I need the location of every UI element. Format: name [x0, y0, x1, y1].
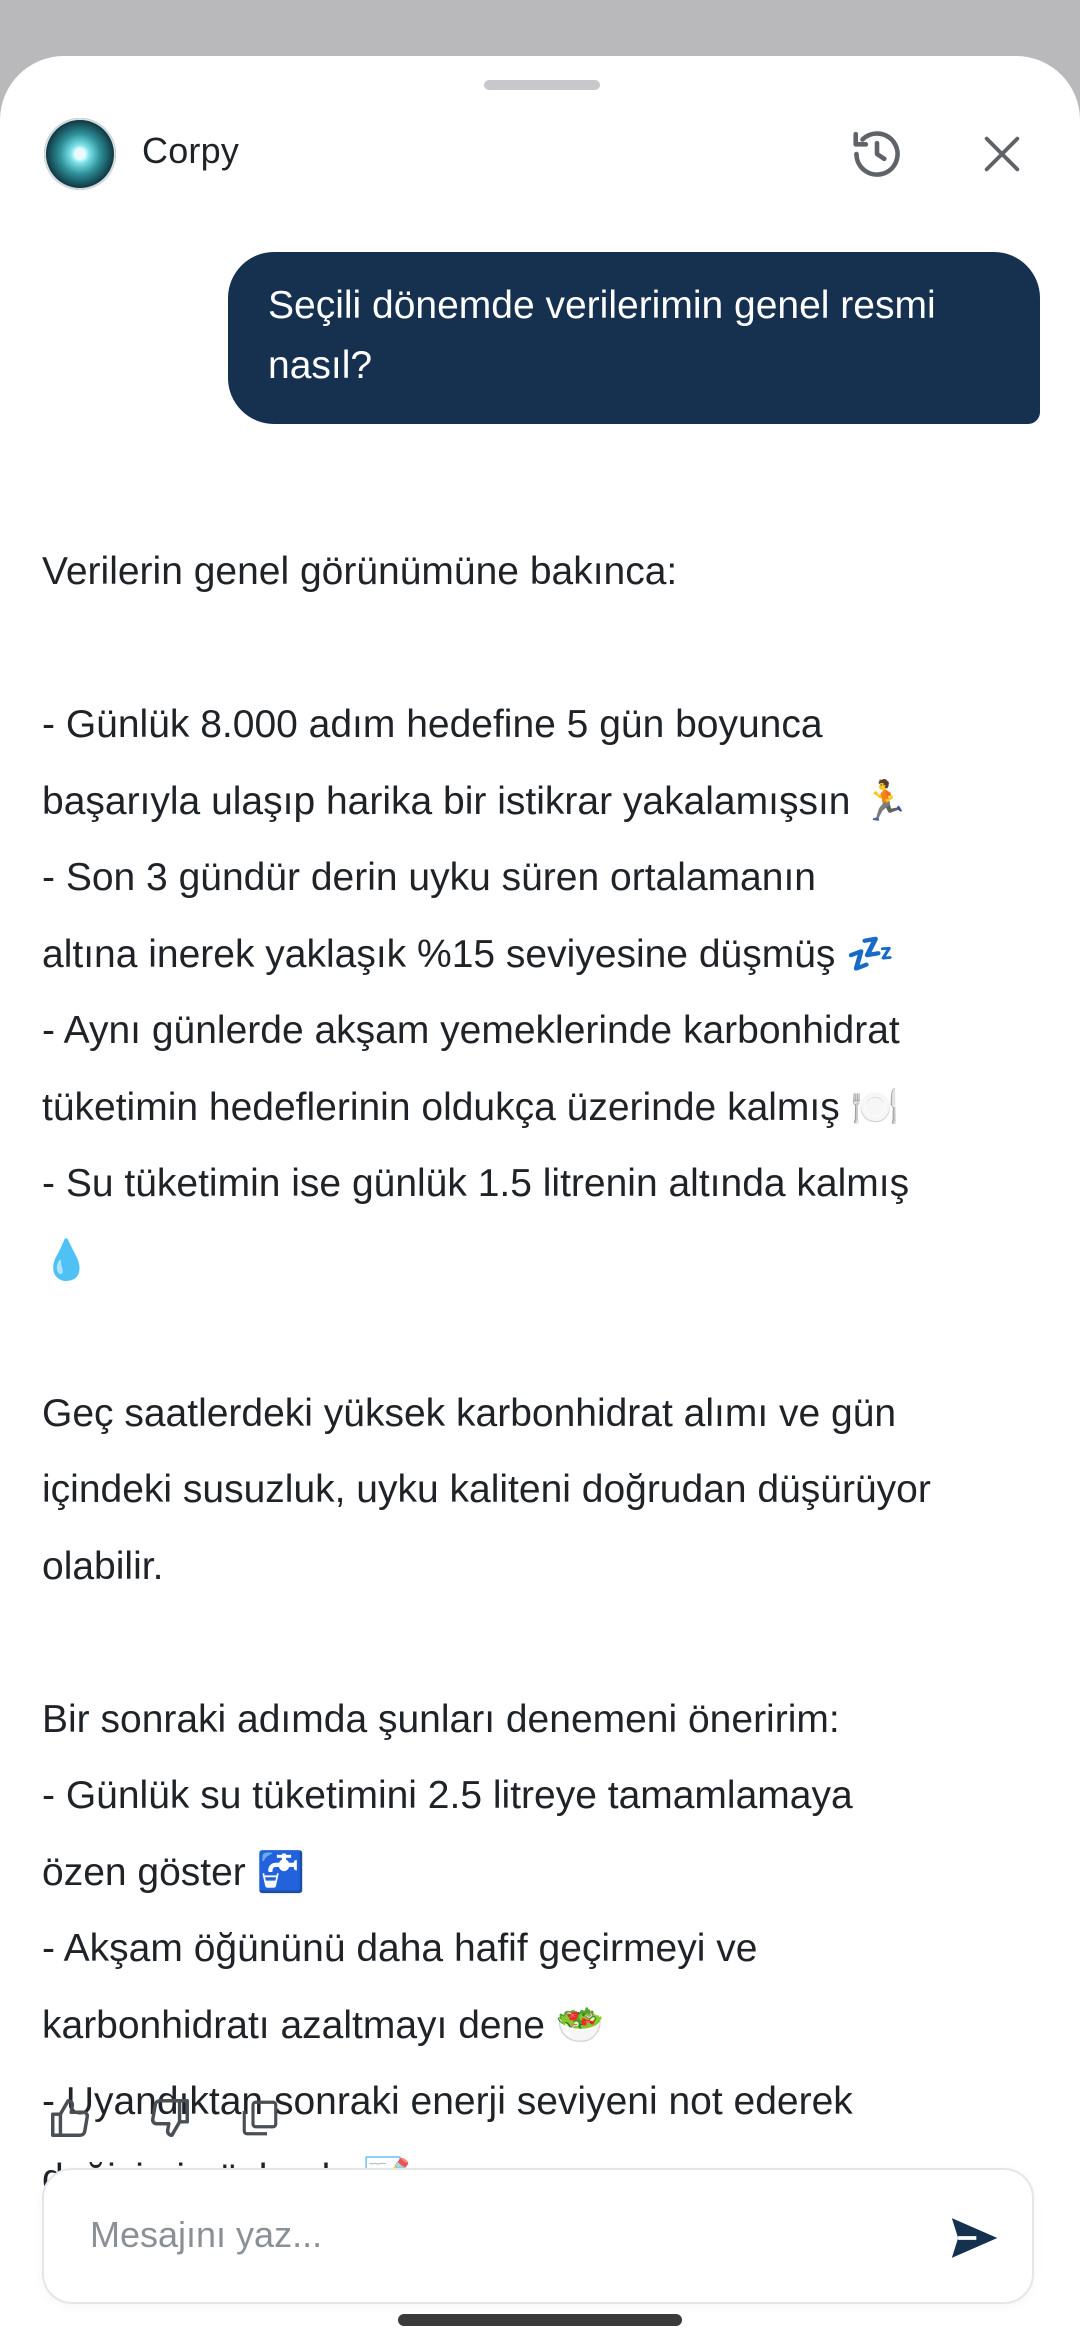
- message-line: tüketimin hedeflerinin oldukça üzerinde …: [42, 1085, 900, 1129]
- message-line: Bir sonraki adımda şunları denemeni öner…: [42, 1697, 840, 1741]
- corpy-logo: [44, 118, 116, 190]
- message-composer[interactable]: Mesajını yaz...: [42, 2168, 1034, 2304]
- send-icon: [951, 2218, 998, 2258]
- message-input[interactable]: Mesajını yaz...: [90, 2214, 322, 2256]
- message-line: - Akşam öğününü daha hafif geçirmeyi ve: [42, 1927, 758, 1970]
- message-line: - Aynı günlerde akşam yemeklerinde karbo…: [42, 1009, 900, 1052]
- thumbs-down-button[interactable]: [142, 2090, 198, 2146]
- message-line: - Günlük 8.000 adım hedefine 5 gün boyun…: [42, 703, 823, 746]
- sheet-grabber[interactable]: [484, 80, 600, 90]
- message-line: başarıyla ulaşıp harika bir istikrar yak…: [42, 779, 910, 823]
- copy-icon: [242, 2100, 278, 2136]
- message-line: - Su tüketimin ise günlük 1.5 litrenin a…: [42, 1162, 910, 1205]
- message-line: olabilir.: [42, 1544, 164, 1588]
- history-button[interactable]: [847, 124, 907, 184]
- message-line: içindeki susuzluk, uyku kaliteni doğruda…: [42, 1468, 931, 1511]
- history-icon: [853, 131, 900, 177]
- assistant-intro: Verilerin genel görünümüne bakınca:: [42, 550, 678, 593]
- message-line: altına inerek yaklaşık %15 seviyesine dü…: [42, 932, 895, 976]
- thumbs-up-icon: [51, 2099, 89, 2137]
- message-line: Geç saatlerdeki yüksek karbonhidrat alım…: [42, 1391, 897, 1435]
- chat-sheet: Corpy Seçili dönemde verilerimin genel r…: [0, 56, 1080, 2340]
- user-message-bubble[interactable]: Seçili dönemde verilerimin genel resmi n…: [228, 252, 1040, 424]
- message-line: 💧: [42, 1238, 91, 1282]
- message-line: karbonhidratı azaltmayı dene 🥗: [42, 2003, 605, 2047]
- home-indicator: [398, 2314, 682, 2326]
- message-line: - Günlük su tüketimini 2.5 litreye tamam…: [42, 1774, 853, 1817]
- app-title: Corpy: [142, 130, 240, 171]
- thumbs-up-button[interactable]: [42, 2090, 98, 2146]
- thumbs-down-icon: [151, 2099, 189, 2137]
- copy-button[interactable]: [232, 2090, 288, 2146]
- message-line: - Son 3 gündür derin uyku süren ortalama…: [42, 856, 816, 899]
- message-actions: [42, 2090, 342, 2146]
- assistant-message: Verilerin genel görünümüne bakınca: - Gü…: [42, 534, 1042, 2217]
- message-line: özen göster 🚰: [42, 1850, 306, 1894]
- close-button[interactable]: [972, 124, 1032, 184]
- send-button[interactable]: [942, 2206, 1006, 2270]
- close-icon: [984, 136, 1020, 172]
